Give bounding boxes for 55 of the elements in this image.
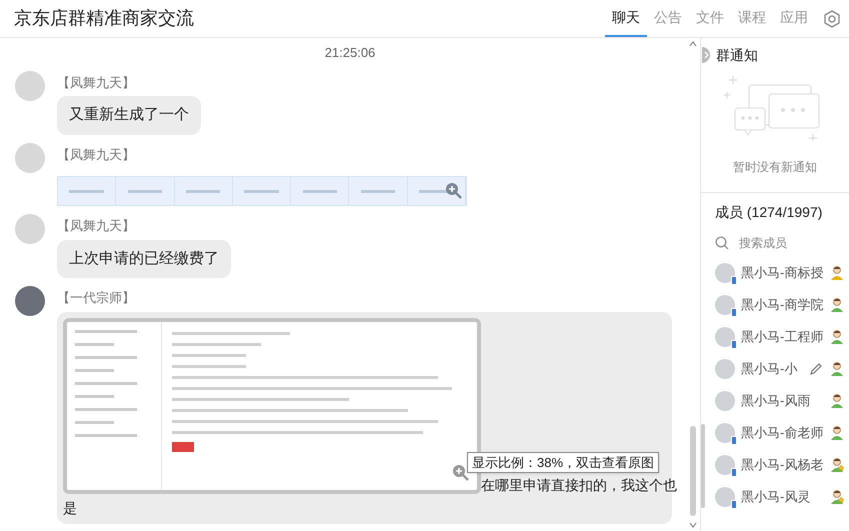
empty-notice-text: 暂时没有新通知: [733, 159, 817, 176]
member-name[interactable]: 黑小马-风灵: [741, 487, 810, 507]
member-name[interactable]: 黑小马-风杨老: [741, 455, 824, 475]
zoom-tooltip: 显示比例：38%，双击查看原图: [467, 452, 660, 473]
settings-icon[interactable]: [823, 10, 841, 28]
member-row[interactable]: 黑小马-俞老师: [701, 417, 849, 449]
message-bubble: 上次申请的已经缴费了: [57, 240, 231, 278]
notice-title: 群通知: [716, 46, 758, 64]
member-row[interactable]: 黑小马-风杨老: [701, 449, 849, 481]
tab[interactable]: 聊天: [605, 0, 647, 37]
member-row[interactable]: 黑小马-工程师: [701, 321, 849, 353]
member-row[interactable]: 黑小马-商标授: [701, 257, 849, 289]
user-role-icon: [829, 297, 845, 313]
member-avatar[interactable]: [715, 423, 735, 443]
member-avatar[interactable]: [715, 487, 735, 507]
member-name[interactable]: 黑小马-俞老师: [741, 423, 824, 443]
sender-name: 【凤舞九天】: [57, 74, 135, 92]
avatar[interactable]: [15, 286, 45, 316]
group-title: 京东店群精准商家交流: [14, 7, 195, 30]
scroll-up-icon[interactable]: [689, 41, 697, 47]
zoom-in-icon[interactable]: [445, 182, 463, 200]
scrollbar-thumb[interactable]: [701, 424, 705, 508]
user-role-icon: [829, 329, 845, 345]
edit-icon[interactable]: [809, 362, 823, 376]
scroll-down-icon[interactable]: [689, 522, 697, 528]
message-text: 是: [63, 498, 77, 518]
member-avatar[interactable]: [715, 455, 735, 475]
user-role-icon: [829, 425, 845, 441]
member-avatar[interactable]: [715, 295, 735, 315]
member-name[interactable]: 黑小马-商标授: [741, 263, 824, 283]
member-avatar[interactable]: [715, 263, 735, 283]
user-role-icon: [829, 393, 845, 409]
member-name[interactable]: 黑小马-小: [741, 359, 798, 379]
message-text: 在哪里申请直接扣的，我这个也: [481, 476, 677, 494]
search-icon: [715, 236, 729, 250]
member-name[interactable]: 黑小马-商学院: [741, 295, 824, 315]
sender-name: 【凤舞九天】: [57, 146, 135, 164]
user-role-icon: [829, 489, 845, 505]
sender-name: 【凤舞九天】: [57, 217, 135, 235]
member-row[interactable]: 黑小马-风灵: [701, 481, 849, 513]
timestamp: 21:25:06: [324, 44, 376, 62]
member-name[interactable]: 黑小马-风雨: [741, 391, 810, 411]
member-row[interactable]: 黑小马-商学院: [701, 289, 849, 321]
member-row[interactable]: 黑小马-小: [701, 353, 849, 385]
member-name[interactable]: 黑小马-工程师: [741, 327, 824, 347]
member-row[interactable]: 黑小马-风雨: [701, 385, 849, 417]
member-avatar[interactable]: [715, 327, 735, 347]
scrollbar-thumb[interactable]: [690, 426, 696, 516]
message-bubble: 又重新生成了一个: [57, 96, 201, 134]
members-title: 成员 (1274/1997): [715, 204, 822, 220]
user-role-icon: [829, 361, 845, 377]
user-role-icon: [829, 457, 845, 473]
user-role-icon: [829, 265, 845, 281]
member-search-field[interactable]: 搜索成员: [739, 234, 829, 252]
sender-name: 【一代宗师】: [57, 289, 135, 307]
